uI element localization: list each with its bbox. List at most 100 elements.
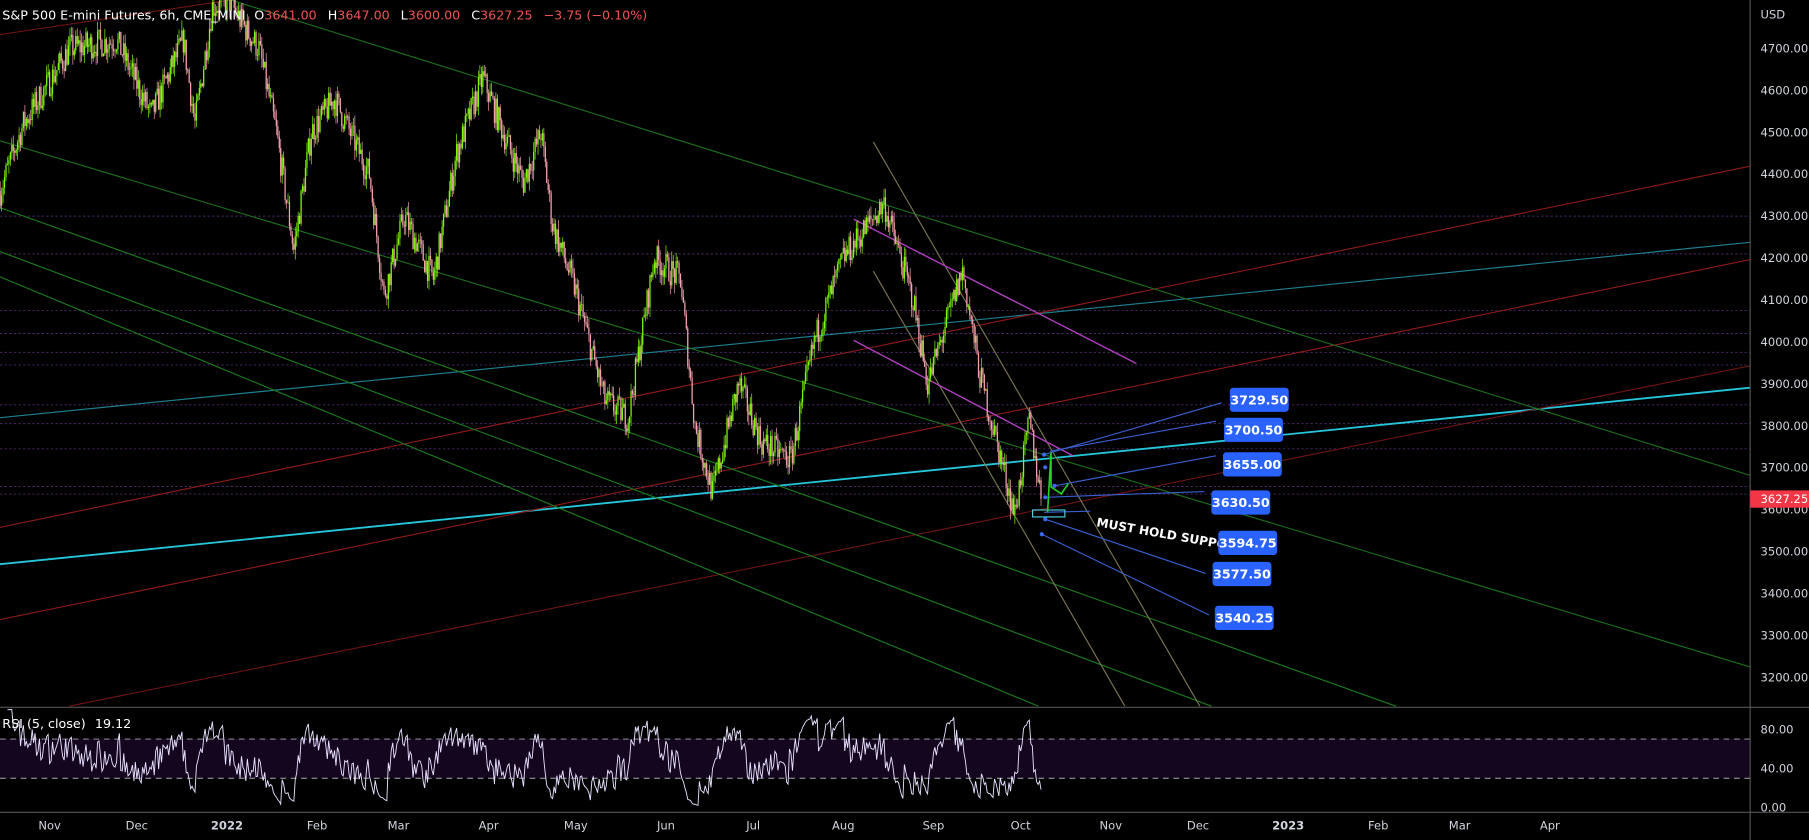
candle-body [323,99,325,110]
candle-body [833,276,836,277]
candle-body [480,74,482,87]
candle-body [351,126,353,137]
anchor-point[interactable] [1043,517,1048,522]
candle-body [810,344,812,360]
candle-body [344,116,346,129]
candle-body [153,99,155,112]
candle-body [18,134,20,143]
candle-body [746,388,749,412]
candle-body [368,158,371,179]
candle-body [801,389,804,403]
candle-body [155,93,157,112]
chart-canvas[interactable]: 4700.00 4600.00 4500.00 4400.00 4300.00 4200.… [0,0,1809,840]
candle-body [812,344,814,349]
candle-body [612,395,615,412]
candle-body [742,386,744,392]
candle-body [294,236,296,250]
candle-body [495,98,497,124]
candle-body [98,29,100,32]
candle-body [152,99,154,105]
rsi-legend[interactable]: RSI (5, close) 19.12 [2,716,131,731]
candle-body [669,280,671,286]
candle-body [354,125,356,151]
candle-body [836,264,839,271]
candle-body [815,336,817,338]
candle-body [698,429,701,447]
candle-body [634,358,637,396]
candle-body [655,262,657,269]
candle-body [441,226,443,249]
candle-body [595,359,597,367]
anchor-point[interactable] [1039,532,1044,537]
candle-body [690,370,692,379]
candle-body [761,443,763,455]
candle-body [66,49,68,65]
candle-body [169,67,171,82]
candle-body [977,353,980,378]
candle-body [576,284,578,289]
candle-body [245,24,247,41]
candle-body [310,138,312,156]
candle-body [493,98,496,124]
candle-body [8,160,10,164]
candle-body [402,214,404,226]
candle-body [434,268,436,280]
candle-body [958,272,961,295]
candle-body [944,327,946,336]
candle-body [566,263,568,270]
open-label: O [254,8,264,23]
candle-body [291,235,294,244]
time-tick-label: Jun [656,819,675,833]
candle-body [474,91,477,115]
candle-body [881,204,884,215]
price-tick-label: 3300.00 [1761,628,1809,642]
anchor-point[interactable] [1043,495,1048,500]
candle-body [256,55,259,56]
candle-body [768,448,770,456]
candle-body [626,428,628,431]
candle-body [659,259,661,275]
candle-body [252,41,254,43]
candle-body [940,339,942,343]
candle-body [313,124,315,140]
candle-body [722,459,724,463]
candle-body [547,182,549,191]
candle-body [34,92,36,107]
candle-body [127,53,129,70]
candle-body [264,61,266,68]
candle-body [390,261,392,286]
anchor-point[interactable] [1042,452,1047,457]
level-label-text: 3630.50 [1212,495,1270,510]
candle-body [429,255,432,260]
candle-body [941,339,943,343]
candle-body [159,85,161,110]
candle-body [393,248,395,266]
candle-body [794,427,796,447]
candle-body [195,100,198,121]
candle-body [573,273,576,295]
candle-body [976,335,978,354]
anchor-point[interactable] [1043,465,1048,470]
candle-body [553,223,555,232]
candle-body [277,126,279,137]
candle-body [499,107,501,121]
candle-body [341,112,343,127]
candle-body [557,229,560,252]
candle-body [534,138,536,152]
candle-body [1025,432,1028,436]
anchor-point[interactable] [1052,483,1057,488]
candle-body [1017,505,1019,507]
candle-body [572,267,574,274]
candle-body [756,427,759,446]
candle-body [2,187,4,196]
candle-body [303,186,305,192]
candle-body [365,166,368,180]
candle-body [450,172,452,191]
candle-body [1015,504,1017,507]
candle-body [40,86,42,109]
candle-body [502,134,504,139]
candle-body [832,276,834,295]
candle-body [442,213,445,227]
candle-body [549,190,551,193]
candle-body [870,215,872,220]
